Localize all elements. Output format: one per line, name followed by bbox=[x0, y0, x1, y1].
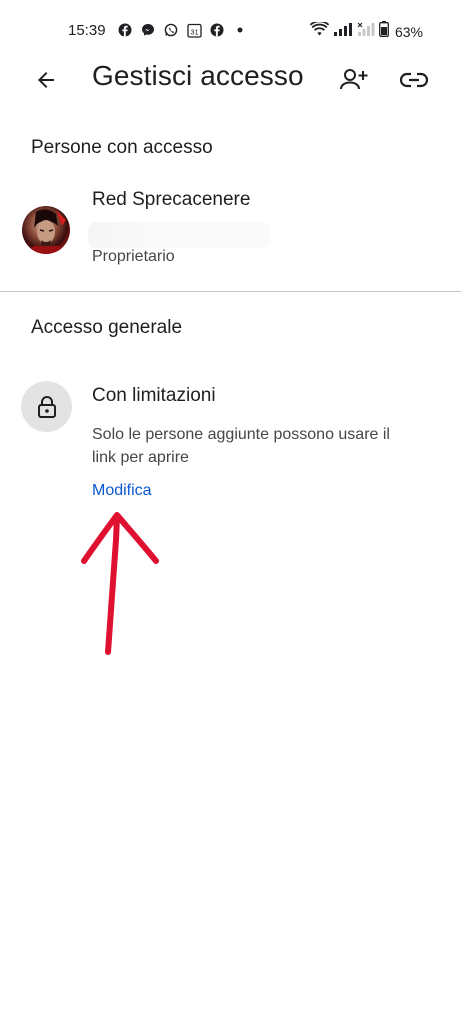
battery-icon bbox=[379, 21, 389, 42]
people-section-heading: Persone con accesso bbox=[31, 137, 213, 158]
wifi-icon bbox=[309, 20, 330, 42]
lock-icon-circle bbox=[21, 381, 72, 432]
signal-icon bbox=[333, 22, 353, 42]
divider bbox=[0, 291, 461, 292]
avatar bbox=[22, 206, 70, 254]
system-icons: 63% bbox=[309, 20, 423, 42]
status-time: 15:39 bbox=[68, 22, 106, 39]
whatsapp-icon bbox=[163, 22, 179, 38]
calendar-day-text: 31 bbox=[190, 27, 198, 36]
modify-access-link[interactable]: Modifica bbox=[92, 482, 152, 500]
messenger-icon bbox=[140, 22, 156, 38]
add-person-icon bbox=[340, 69, 368, 90]
lock-icon bbox=[37, 395, 56, 418]
app-bar: Gestisci accesso bbox=[0, 56, 461, 104]
more-dot-icon bbox=[232, 22, 248, 38]
facebook-icon bbox=[117, 22, 133, 38]
back-button[interactable] bbox=[22, 56, 70, 104]
person-name: Red Sprecacenere bbox=[92, 189, 251, 210]
copy-link-button[interactable] bbox=[390, 56, 438, 104]
back-arrow-icon bbox=[38, 72, 54, 88]
access-level-title: Con limitazioni bbox=[92, 385, 216, 406]
notification-icons: 31 bbox=[117, 22, 248, 38]
calendar-icon: 31 bbox=[186, 22, 202, 38]
person-role: Proprietario bbox=[92, 248, 175, 265]
facebook-icon bbox=[209, 22, 225, 38]
general-access-heading: Accesso generale bbox=[31, 317, 183, 338]
page-title: Gestisci accesso bbox=[92, 60, 304, 91]
email-redacted bbox=[88, 222, 270, 248]
add-person-button[interactable] bbox=[330, 56, 378, 104]
access-level-description: Solo le persone aggiunte possono usare i… bbox=[92, 426, 390, 466]
status-bar: 15:39 31 63% bbox=[0, 0, 461, 56]
signal-no-service-icon bbox=[357, 22, 375, 42]
link-icon bbox=[400, 72, 428, 88]
battery-percent: 63% bbox=[394, 23, 423, 40]
